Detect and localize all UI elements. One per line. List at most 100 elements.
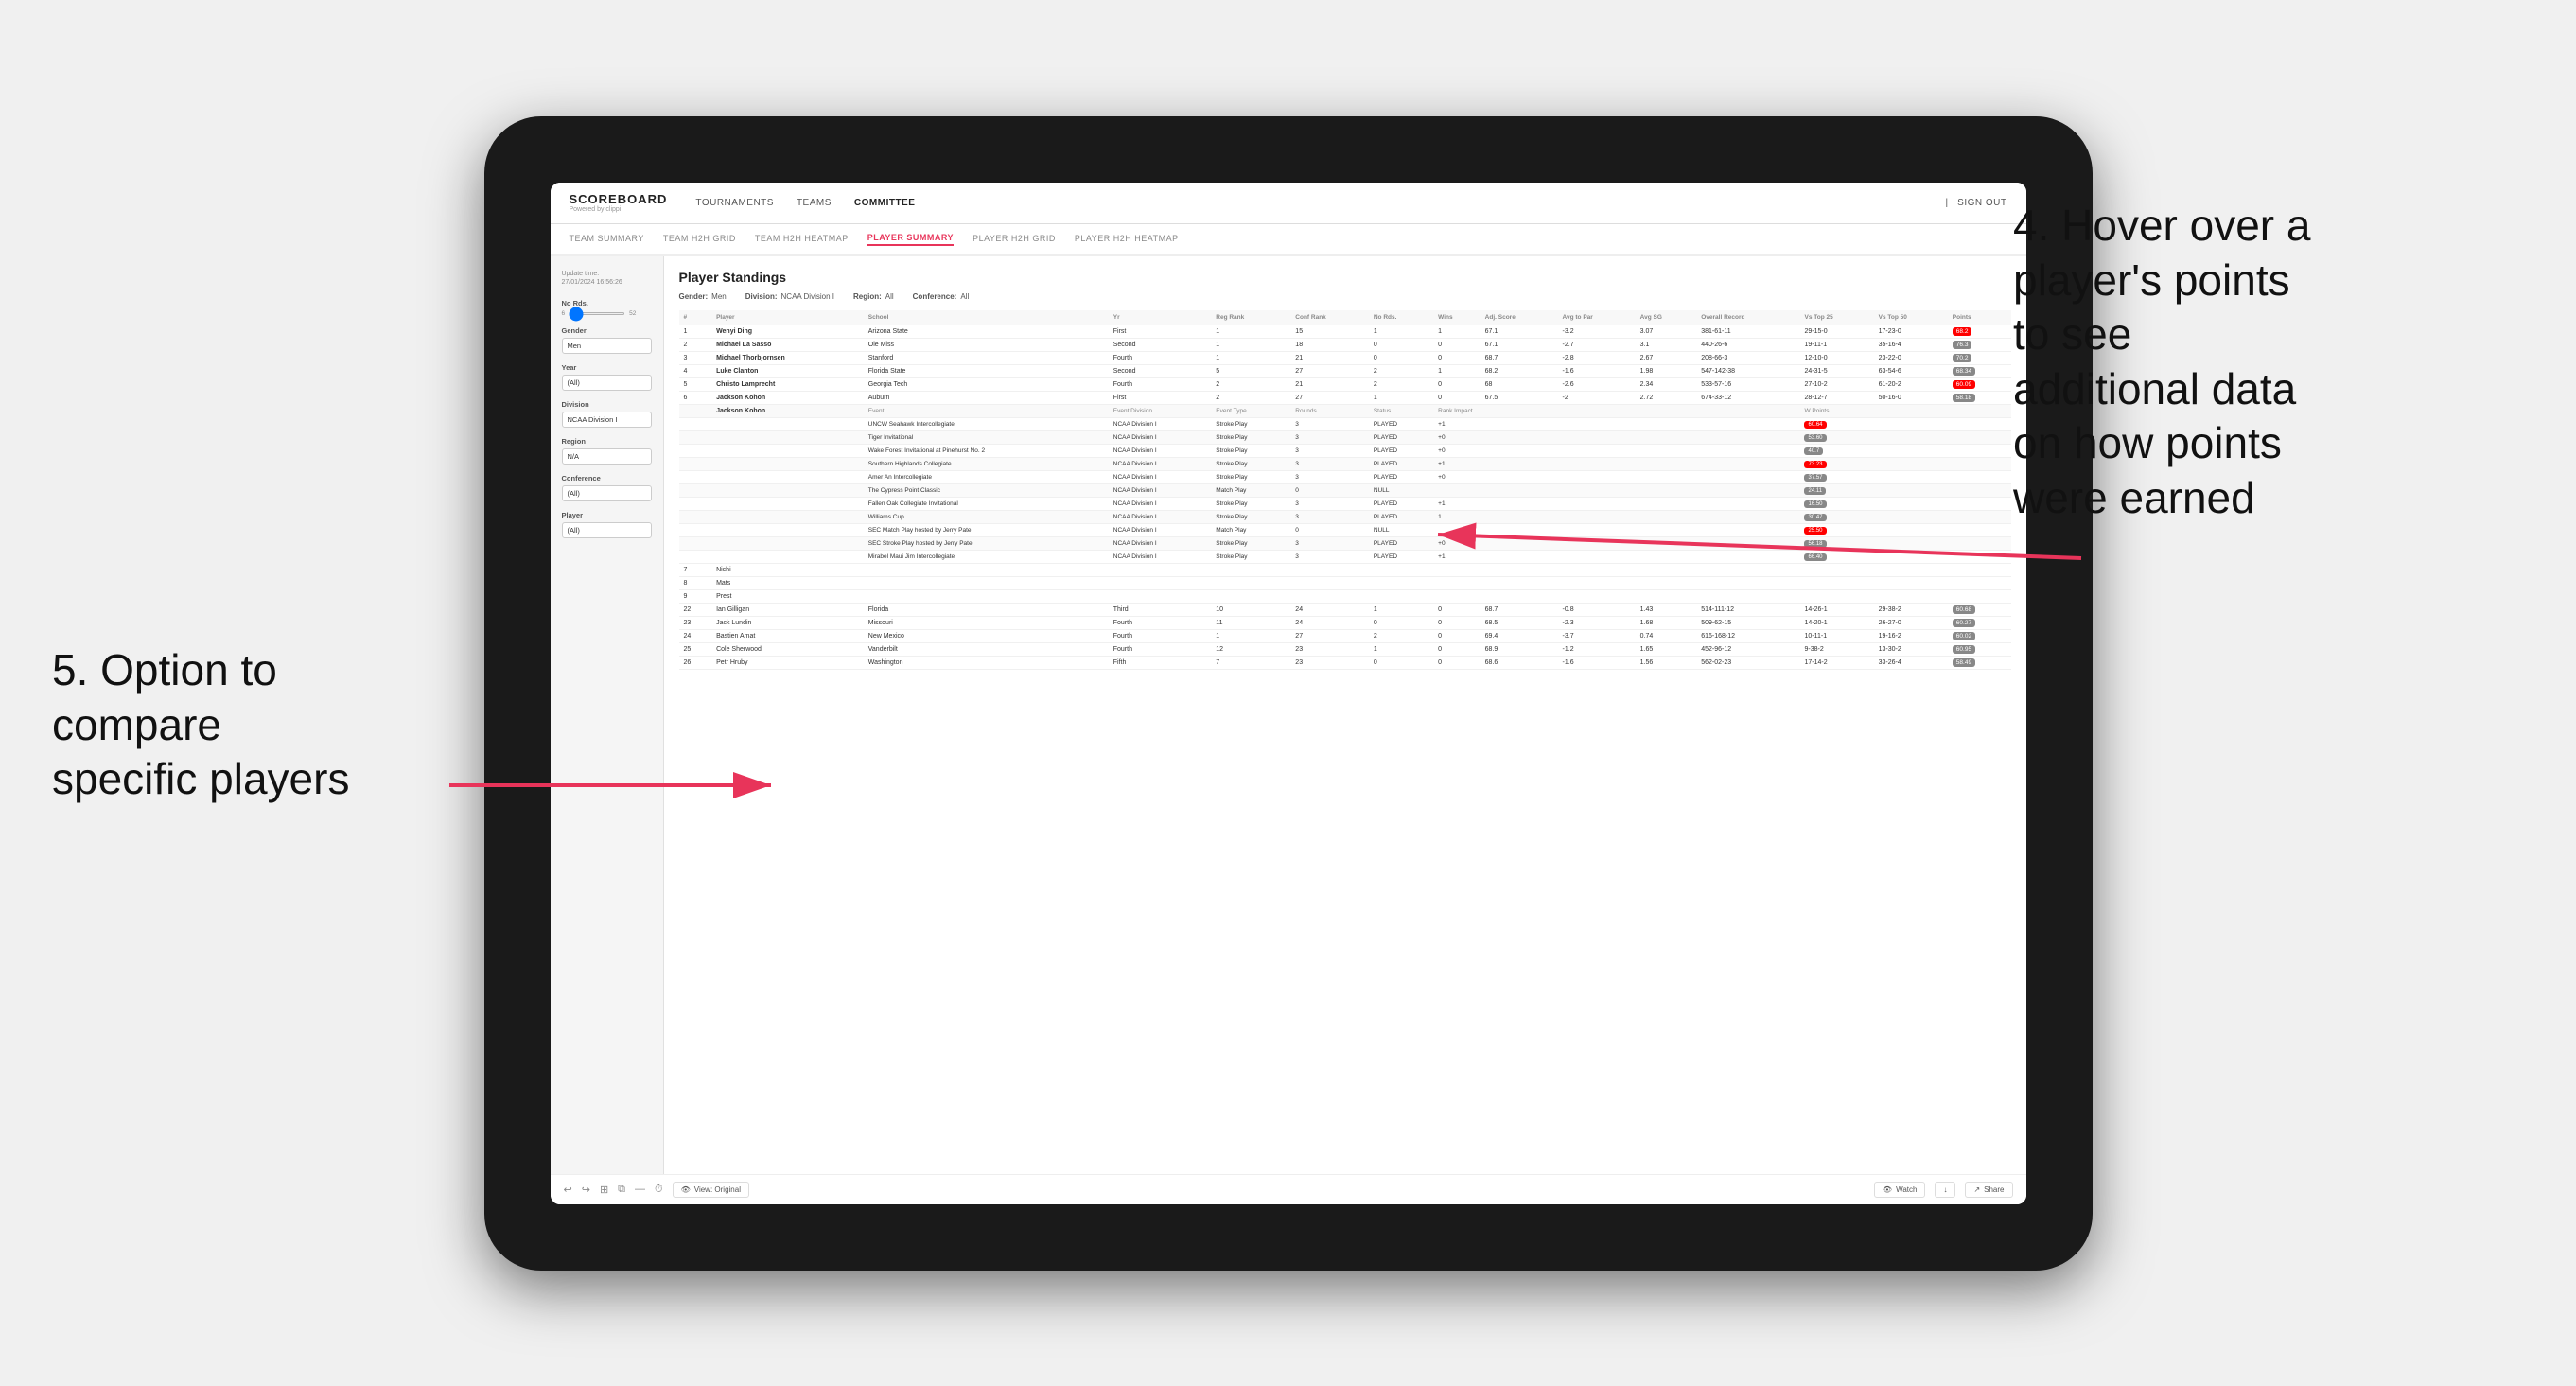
cell-adj-score	[1481, 576, 1558, 589]
undo-icon[interactable]: ↩	[564, 1184, 572, 1196]
sidebar-year-select[interactable]: (All)	[562, 375, 652, 391]
tooltip-rank-impact: +0	[1433, 536, 1799, 550]
cell-points[interactable]: 76.3	[1948, 338, 2011, 351]
cell-conf-rank	[1290, 563, 1369, 576]
cell-no-rds: 1	[1369, 391, 1433, 404]
cell-points[interactable]: 58.18	[1948, 391, 2011, 404]
col-wins: Wins	[1433, 310, 1481, 325]
nav-tournaments[interactable]: TOURNAMENTS	[695, 194, 774, 212]
col-vs25: Vs Top 25	[1799, 310, 1873, 325]
cell-reg-rank: 2	[1211, 391, 1290, 404]
tooltip-rounds: 3	[1290, 444, 1369, 457]
table-row: 26 Petr Hruby Washington Fifth 7 23 0 0 …	[679, 656, 2011, 669]
download-button[interactable]: ↓	[1935, 1182, 1955, 1198]
cell-reg-rank	[1211, 576, 1290, 589]
watch-button[interactable]: 👁 Watch	[1874, 1182, 1926, 1198]
sidebar-player-select[interactable]: (All)	[562, 522, 652, 538]
col-to-par: Avg to Par	[1558, 310, 1636, 325]
cell-vs50: 23-22-0	[1874, 351, 1948, 364]
redo-icon[interactable]: ↪	[582, 1184, 590, 1196]
cell-yr: First	[1109, 325, 1212, 338]
cell-wins: 0	[1433, 338, 1481, 351]
filter-icon[interactable]: ⊞	[600, 1184, 608, 1196]
nav-teams[interactable]: TEAMS	[797, 194, 832, 212]
sidebar-gender-select[interactable]: Men	[562, 338, 652, 354]
table-row: 25 Cole Sherwood Vanderbilt Fourth 12 23…	[679, 642, 2011, 656]
cell-yr	[1109, 576, 1212, 589]
subnav-team-h2h-heatmap[interactable]: TEAM H2H HEATMAP	[755, 234, 849, 245]
cell-school: Ole Miss	[864, 338, 1109, 351]
tooltip-rounds: 3	[1290, 510, 1369, 523]
cell-to-par: -1.6	[1558, 364, 1636, 377]
cell-vs50	[1874, 563, 1948, 576]
tooltip-player-name: Jackson Kohon	[711, 404, 864, 417]
tooltip-rounds: 3	[1290, 470, 1369, 483]
sidebar-conference-select[interactable]: (All)	[562, 485, 652, 501]
view-original-button[interactable]: 👁 View: Original	[673, 1182, 749, 1198]
subnav-team-h2h-grid[interactable]: TEAM H2H GRID	[663, 234, 736, 245]
filter-division: Division: NCAA Division I	[745, 292, 834, 301]
cell-avg-sg: 1.98	[1636, 364, 1697, 377]
tooltip-type: Stroke Play	[1211, 457, 1290, 470]
cell-to-par	[1558, 589, 1636, 603]
cell-record: 440-26-6	[1696, 338, 1799, 351]
tooltip-type: Match Play	[1211, 483, 1290, 497]
col-vs50: Vs Top 50	[1874, 310, 1948, 325]
cell-vs25: 12-10-0	[1799, 351, 1873, 364]
cell-yr: First	[1109, 391, 1212, 404]
cell-avg-sg: 2.67	[1636, 351, 1697, 364]
cell-conf-rank: 21	[1290, 351, 1369, 364]
tooltip-data-row: Williams Cup NCAA Division I Stroke Play…	[679, 510, 2011, 523]
sidebar-region-select[interactable]: N/A	[562, 448, 652, 465]
subnav-player-h2h-grid[interactable]: PLAYER H2H GRID	[973, 234, 1056, 245]
table-row: 24 Bastien Amat New Mexico Fourth 1 27 2…	[679, 629, 2011, 642]
cell-vs25	[1799, 576, 1873, 589]
cell-points[interactable]	[1948, 576, 2011, 589]
table-row: 6 Jackson Kohon Auburn First 2 27 1 0 67…	[679, 391, 2011, 404]
cell-player: Nichi	[711, 563, 864, 576]
tooltip-rounds: 3	[1290, 457, 1369, 470]
tooltip-status: PLAYED	[1369, 430, 1433, 444]
sidebar-division-select[interactable]: NCAA Division I	[562, 412, 652, 428]
col-adj-score: Adj. Score	[1481, 310, 1558, 325]
cell-points[interactable]	[1948, 589, 2011, 603]
clock-icon[interactable]: ⏱	[655, 1184, 663, 1196]
subnav-team-summary[interactable]: TEAM SUMMARY	[570, 234, 644, 245]
cell-points[interactable]	[1948, 563, 2011, 576]
no-rds-slider[interactable]	[569, 312, 625, 315]
cell-vs25: 27-10-2	[1799, 377, 1873, 391]
sidebar-division-label: Division	[562, 400, 652, 409]
logo-area: SCOREBOARD Powered by clippi	[570, 192, 668, 213]
tooltip-rank-impact	[1433, 523, 1799, 536]
copy-icon[interactable]: ⧉	[618, 1184, 625, 1196]
tooltip-rank-impact: +0	[1433, 470, 1799, 483]
cell-wins: 1	[1433, 325, 1481, 338]
share-button[interactable]: ↗ Share	[1965, 1182, 2012, 1198]
cell-school: Stanford	[864, 351, 1109, 364]
cell-vs25	[1799, 563, 1873, 576]
tooltip-rank-impact: 1	[1433, 510, 1799, 523]
cell-num: 4	[679, 364, 712, 377]
cell-no-rds: 2	[1369, 364, 1433, 377]
sign-out[interactable]: Sign out	[1957, 194, 2006, 212]
tooltip-w-points: 37.57	[1799, 470, 2010, 483]
cell-points[interactable]: 70.2	[1948, 351, 2011, 364]
cell-points[interactable]: 60.09	[1948, 377, 2011, 391]
cell-points[interactable]: 68.34	[1948, 364, 2011, 377]
tooltip-type: Stroke Play	[1211, 417, 1290, 430]
cell-vs50: 63-54-6	[1874, 364, 1948, 377]
tooltip-rank-impact: +1	[1433, 550, 1799, 563]
tooltip-event: The Cypress Point Classic	[864, 483, 1109, 497]
cell-points[interactable]: 68.2	[1948, 325, 2011, 338]
sidebar-update-time: Update time: 27/01/2024 16:56:26	[562, 270, 652, 289]
tooltip-data-row: SEC Stroke Play hosted by Jerry Pate NCA…	[679, 536, 2011, 550]
cell-num: 8	[679, 576, 712, 589]
subnav-player-summary[interactable]: PLAYER SUMMARY	[867, 233, 954, 246]
dash-icon[interactable]: —	[635, 1184, 645, 1195]
subnav-player-h2h-heatmap[interactable]: PLAYER H2H HEATMAP	[1075, 234, 1179, 245]
nav-committee[interactable]: COMMITTEE	[854, 194, 916, 212]
cell-school	[864, 576, 1109, 589]
tooltip-rank-impact: +0	[1433, 430, 1799, 444]
cell-num: 9	[679, 589, 712, 603]
tooltip-w-points: 40.7	[1799, 444, 2010, 457]
